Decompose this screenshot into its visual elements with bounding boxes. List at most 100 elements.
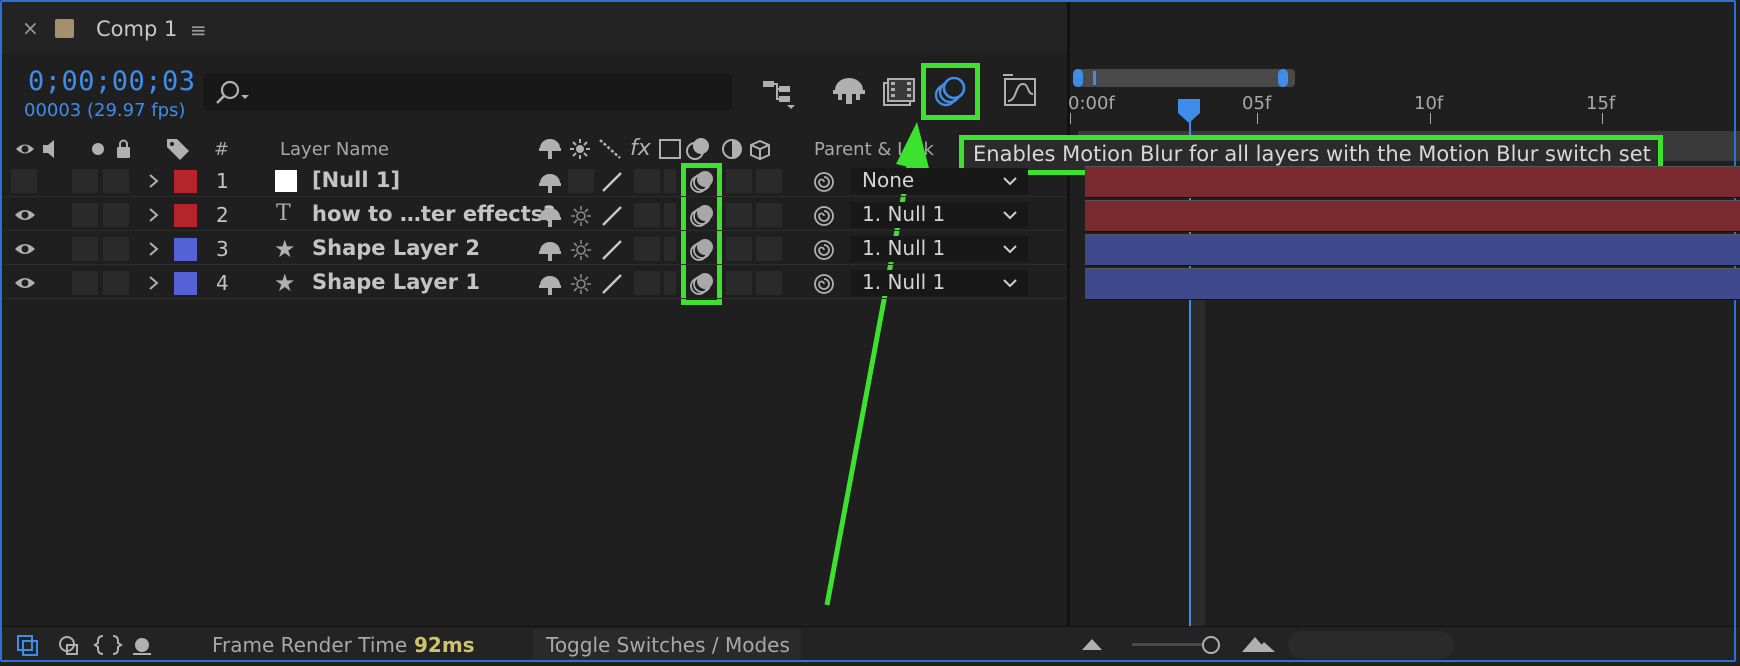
layer-duration-bar[interactable]: [1085, 166, 1740, 198]
visibility-eye-icon[interactable]: [14, 241, 36, 257]
effect-switch[interactable]: [634, 203, 660, 227]
tooltip-text: Enables Motion Blur for all layers with …: [973, 142, 1651, 166]
motion-blur-switch-icon[interactable]: [688, 203, 716, 229]
pick-whip-icon[interactable]: [812, 272, 836, 296]
row-divider: [2, 196, 1067, 197]
visibility-toggle[interactable]: [11, 169, 37, 193]
shy-switch-icon[interactable]: [538, 205, 562, 227]
lock-toggle[interactable]: [103, 237, 129, 261]
adjustment-layer-switch[interactable]: [726, 271, 752, 295]
layer-name[interactable]: Shape Layer 1: [312, 270, 480, 294]
3d-layer-switch[interactable]: [756, 169, 782, 193]
draft-3d-icon[interactable]: [829, 72, 869, 112]
visibility-eye-icon[interactable]: [14, 275, 36, 291]
label-color-swatch[interactable]: [174, 272, 197, 295]
motion-blur-switch-icon[interactable]: [688, 237, 716, 263]
frame-blend-switch[interactable]: [664, 169, 676, 193]
quality-switch-icon[interactable]: [600, 204, 624, 228]
frame-blend-switch[interactable]: [664, 271, 676, 295]
pick-whip-icon[interactable]: [812, 238, 836, 262]
zoom-slider-thumb[interactable]: [1202, 636, 1220, 654]
shy-switch-icon[interactable]: [538, 171, 562, 193]
column-header-number[interactable]: #: [214, 139, 229, 160]
column-header-fx[interactable]: fx: [630, 136, 651, 161]
3d-layer-switch[interactable]: [756, 203, 782, 227]
label-color-swatch[interactable]: [174, 204, 197, 227]
layer-name[interactable]: [Null 1]: [312, 168, 400, 192]
status-toggle-icons[interactable]: [16, 633, 156, 657]
navigator-end-handle[interactable]: [1278, 69, 1288, 87]
chevron-down-icon[interactable]: [1002, 210, 1018, 220]
solo-toggle[interactable]: [72, 203, 98, 227]
lock-toggle[interactable]: [103, 271, 129, 295]
quality-switch-icon[interactable]: [600, 272, 624, 296]
layer-search-input[interactable]: [203, 73, 732, 111]
layer-name[interactable]: Shape Layer 2: [312, 236, 480, 260]
text-layer-icon: T: [276, 201, 291, 226]
collapse-switch-icon[interactable]: [570, 273, 592, 295]
shy-switch-icon[interactable]: [538, 273, 562, 295]
pick-whip-icon[interactable]: [812, 204, 836, 228]
motion-blur-switch-icon[interactable]: [688, 169, 716, 195]
expand-chevron-icon[interactable]: [148, 275, 160, 291]
layer-duration-bar[interactable]: [1085, 268, 1740, 300]
column-header-layer-name[interactable]: Layer Name: [280, 139, 389, 160]
effect-switch[interactable]: [634, 237, 660, 261]
lock-toggle[interactable]: [103, 169, 129, 193]
zoom-out-icon[interactable]: [1080, 636, 1104, 652]
chevron-down-icon[interactable]: [1002, 278, 1018, 288]
current-time-display[interactable]: 0;00;00;03: [28, 66, 196, 97]
expand-chevron-icon[interactable]: [148, 173, 160, 189]
collapse-switch-icon[interactable]: [570, 239, 592, 261]
ruler-tick: [1602, 113, 1603, 124]
frame-blend-switch[interactable]: [664, 237, 676, 261]
expand-chevron-icon[interactable]: [148, 207, 160, 223]
pick-whip-icon[interactable]: [812, 170, 836, 194]
quality-switch-icon[interactable]: [600, 238, 624, 262]
expand-chevron-icon[interactable]: [148, 241, 160, 257]
composition-flowchart-icon[interactable]: [760, 73, 800, 113]
adjustment-layer-switch[interactable]: [726, 203, 752, 227]
label-color-swatch[interactable]: [174, 170, 197, 193]
effect-switch[interactable]: [634, 169, 660, 193]
panel-menu-icon[interactable]: ≡: [190, 18, 207, 42]
solo-toggle[interactable]: [72, 237, 98, 261]
comp-label-swatch: [55, 19, 74, 38]
comp-tab-title[interactable]: Comp 1: [96, 17, 177, 41]
chevron-down-icon[interactable]: [1002, 244, 1018, 254]
3d-layer-switch[interactable]: [756, 237, 782, 261]
effect-switch[interactable]: [634, 271, 660, 295]
layer-number: 1: [216, 169, 229, 193]
3d-layer-switch[interactable]: [756, 271, 782, 295]
chevron-down-icon[interactable]: [1002, 176, 1018, 186]
time-navigator[interactable]: [1073, 69, 1295, 87]
adjustment-layer-switch[interactable]: [726, 169, 752, 193]
solo-toggle[interactable]: [72, 271, 98, 295]
row-divider: [2, 264, 1067, 265]
motion-blur-icon[interactable]: [930, 71, 970, 111]
quality-switch-icon[interactable]: [600, 170, 624, 194]
label-color-swatch[interactable]: [174, 238, 197, 261]
layer-duration-bar[interactable]: [1085, 234, 1740, 266]
motion-blur-switch-icon[interactable]: [688, 271, 716, 297]
close-tab-button[interactable]: ×: [22, 18, 39, 38]
visibility-eye-icon[interactable]: [14, 207, 36, 223]
timeline-scrollbar[interactable]: [1288, 631, 1454, 659]
frame-blending-icon[interactable]: [880, 72, 920, 112]
collapse-switch-icon[interactable]: [570, 205, 592, 227]
solo-toggle[interactable]: [72, 169, 98, 193]
navigator-start-handle[interactable]: [1073, 69, 1083, 87]
shy-switch-icon[interactable]: [538, 239, 562, 261]
zoom-in-icon[interactable]: [1241, 634, 1277, 654]
ruler-tick: [1430, 113, 1431, 124]
frame-render-time-label: Frame Render Time: [212, 633, 408, 657]
frame-blend-switch[interactable]: [664, 203, 676, 227]
collapse-switch[interactable]: [568, 169, 594, 193]
switches-header-icons: [539, 138, 770, 161]
adjustment-layer-switch[interactable]: [726, 237, 752, 261]
layer-duration-bar[interactable]: [1085, 200, 1740, 232]
graph-editor-icon[interactable]: [1001, 72, 1041, 112]
layer-name[interactable]: how to …ter effects?: [312, 202, 555, 226]
search-icon[interactable]: [214, 78, 254, 108]
lock-toggle[interactable]: [103, 203, 129, 227]
